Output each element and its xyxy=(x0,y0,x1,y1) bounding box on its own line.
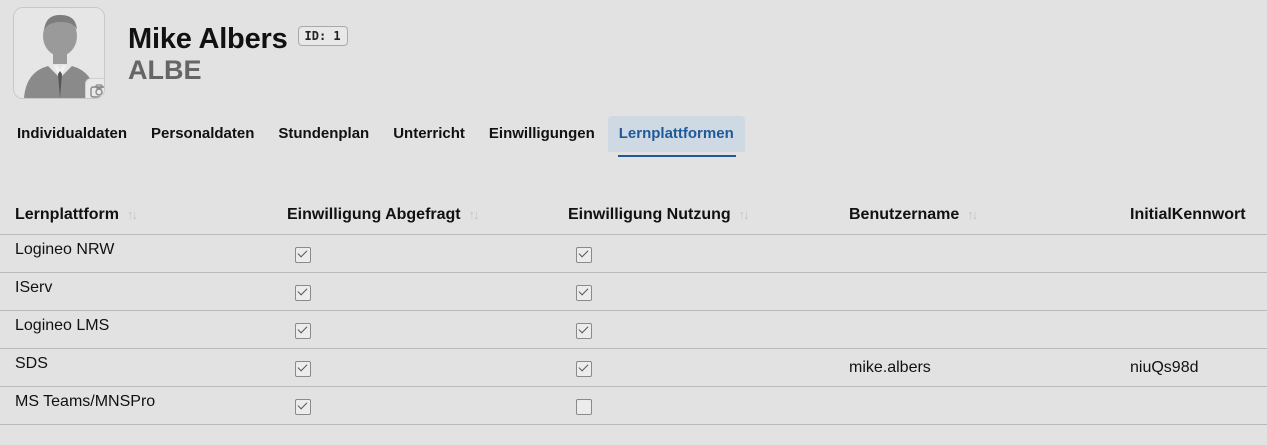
password-cell xyxy=(1115,386,1267,425)
sort-arrows-icon[interactable]: ↑↓ xyxy=(469,207,480,222)
table-row[interactable]: Logineo NRW xyxy=(0,234,1267,273)
nutzung-checkbox[interactable] xyxy=(576,399,592,415)
table-header-row: Lernplattform ↑↓ Einwilligung Abgefragt ↑↓… xyxy=(0,196,1267,235)
camera-icon[interactable] xyxy=(85,78,104,98)
profile-names: Mike Albers ID: 1 ALBE xyxy=(128,21,348,85)
platform-cell: Logineo LMS xyxy=(0,310,272,349)
column-header-initialkennwort[interactable]: InitialKennwort xyxy=(1115,196,1267,235)
abgefragt-checkbox[interactable] xyxy=(295,247,311,263)
column-header-benutzername[interactable]: Benutzername ↑↓ xyxy=(834,196,1115,235)
table-row[interactable]: IServ xyxy=(0,272,1267,311)
sort-arrows-icon[interactable]: ↑↓ xyxy=(127,207,138,222)
platform-cell: SDS xyxy=(0,348,272,387)
username-cell xyxy=(834,234,1115,273)
lernplattformen-table: Lernplattform ↑↓ Einwilligung Abgefragt ↑↓… xyxy=(0,196,1267,425)
tab-stundenplan[interactable]: Stundenplan xyxy=(267,116,380,152)
username-cell xyxy=(834,386,1115,425)
tab-bar: Individualdaten Personaldaten Stundenpla… xyxy=(6,116,747,157)
id-badge: ID: 1 xyxy=(297,26,348,46)
nutzung-checkbox[interactable] xyxy=(576,361,592,377)
password-cell xyxy=(1115,310,1267,349)
nutzung-checkbox[interactable] xyxy=(576,285,592,301)
password-cell xyxy=(1115,234,1267,273)
abgefragt-checkbox[interactable] xyxy=(295,323,311,339)
platform-cell: Logineo NRW xyxy=(0,234,272,273)
tab-lernplattformen[interactable]: Lernplattformen xyxy=(607,116,745,157)
abgefragt-checkbox[interactable] xyxy=(295,399,311,415)
username-cell: mike.albers xyxy=(834,348,1115,387)
sort-arrows-icon[interactable]: ↑↓ xyxy=(967,207,978,222)
table-row[interactable]: Logineo LMS xyxy=(0,310,1267,349)
avatar[interactable] xyxy=(13,7,105,99)
profile-header: Mike Albers ID: 1 ALBE xyxy=(13,7,913,99)
column-header-lernplattform[interactable]: Lernplattform ↑↓ xyxy=(0,196,272,235)
nutzung-checkbox[interactable] xyxy=(576,247,592,263)
column-header-abgefragt[interactable]: Einwilligung Abgefragt ↑↓ xyxy=(272,196,553,235)
abgefragt-checkbox-cell xyxy=(272,310,553,349)
nutzung-checkbox-cell xyxy=(553,386,834,425)
platform-cell: MS Teams/MNSPro xyxy=(0,386,272,425)
tab-einwilligungen[interactable]: Einwilligungen xyxy=(478,116,606,152)
person-kuerzel: ALBE xyxy=(128,55,202,85)
nutzung-checkbox-cell xyxy=(553,234,834,273)
tab-unterricht[interactable]: Unterricht xyxy=(382,116,476,152)
abgefragt-checkbox-cell xyxy=(272,348,553,387)
sort-arrows-icon[interactable]: ↑↓ xyxy=(739,207,750,222)
column-header-nutzung[interactable]: Einwilligung Nutzung ↑↓ xyxy=(553,196,834,235)
table-body: Logineo NRW IServ Logineo LMS SDS mike.alber… xyxy=(0,234,1267,425)
nutzung-checkbox[interactable] xyxy=(576,323,592,339)
abgefragt-checkbox[interactable] xyxy=(295,361,311,377)
password-cell: niuQs98d xyxy=(1115,348,1267,387)
table-row[interactable]: SDS mike.albers niuQs98d xyxy=(0,348,1267,387)
person-name: Mike Albers xyxy=(128,23,288,55)
tab-individualdaten[interactable]: Individualdaten xyxy=(6,116,138,152)
abgefragt-checkbox-cell xyxy=(272,386,553,425)
username-cell xyxy=(834,310,1115,349)
platform-cell: IServ xyxy=(0,272,272,311)
nutzung-checkbox-cell xyxy=(553,348,834,387)
username-cell xyxy=(834,272,1115,311)
abgefragt-checkbox-cell xyxy=(272,272,553,311)
table-row[interactable]: MS Teams/MNSPro xyxy=(0,386,1267,425)
abgefragt-checkbox[interactable] xyxy=(295,285,311,301)
password-cell xyxy=(1115,272,1267,311)
nutzung-checkbox-cell xyxy=(553,310,834,349)
nutzung-checkbox-cell xyxy=(553,272,834,311)
abgefragt-checkbox-cell xyxy=(272,234,553,273)
tab-personaldaten[interactable]: Personaldaten xyxy=(140,116,265,152)
